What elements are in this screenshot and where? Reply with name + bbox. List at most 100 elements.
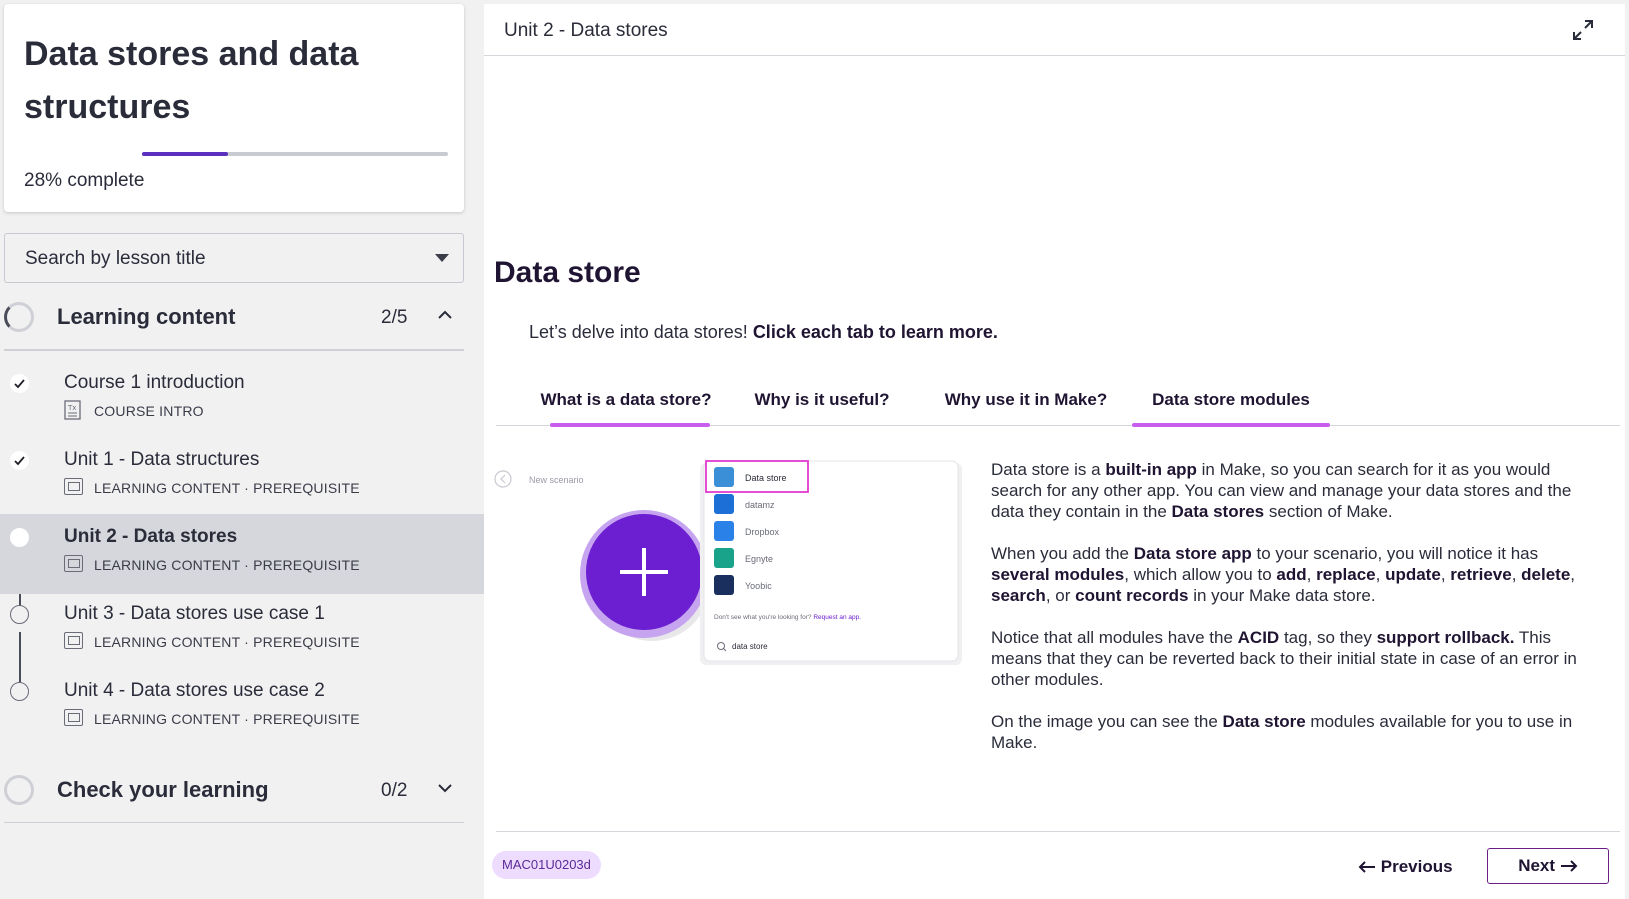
tab-label: Data store modules <box>1152 390 1310 409</box>
sidebar: Data stores and data structures 28% comp… <box>0 0 484 899</box>
document-icon: Tx <box>64 400 81 420</box>
description-text: , or <box>1045 586 1076 605</box>
next-label: Next <box>1518 856 1556 875</box>
completed-check-icon <box>10 451 29 470</box>
description-text: , <box>1440 565 1451 584</box>
intro-text: Let’s delve into data stores! Click each… <box>529 322 998 343</box>
app-item: Dropbox <box>745 527 780 537</box>
arrow-left-icon <box>1358 861 1375 873</box>
tab-what-is-a-data-store[interactable]: What is a data store? <box>534 390 718 427</box>
progress-suffix: complete <box>67 170 145 191</box>
section-title: Learning content <box>57 304 236 329</box>
description-text: to your scenario, you will notice it has <box>1251 544 1539 563</box>
content-heading: Data store <box>494 256 641 289</box>
footer-divider <box>496 831 1620 832</box>
next-button[interactable]: Next <box>1487 848 1609 884</box>
app-item: Egnyte <box>745 554 773 564</box>
description-text: , <box>1570 565 1576 584</box>
description-emphasis: support rollback. <box>1376 628 1515 647</box>
data-store-illustration: New scenario Data store datamz Dropbox E… <box>494 459 974 689</box>
description-paragraph: Data store is a built-in app in Make, so… <box>991 459 1591 522</box>
description-emphasis: count records <box>1075 586 1189 605</box>
description-emphasis: retrieve <box>1450 565 1512 584</box>
lesson-item-unit-4[interactable]: Unit 4 - Data stores use case 2 LEARNING… <box>0 668 484 748</box>
slides-icon <box>64 632 83 649</box>
previous-label: Previous <box>1380 857 1453 876</box>
progress-text: 28% complete <box>24 170 144 192</box>
description-text: Data store is a <box>991 460 1106 479</box>
tab-label: Why is it useful? <box>754 390 890 409</box>
app-item: Yoobic <box>745 581 772 591</box>
slides-icon <box>64 478 83 495</box>
description-text: When you add the <box>991 544 1134 563</box>
description-emphasis: Data store <box>1222 712 1306 731</box>
current-lesson-dot-icon <box>10 528 29 547</box>
slides-icon <box>64 709 83 726</box>
caret-down-icon <box>435 254 449 262</box>
lesson-meta: LEARNING CONTENT · PREREQUISITE <box>94 557 360 573</box>
tab-label: What is a data store? <box>540 390 712 409</box>
description-paragraph: On the image you can see the Data store … <box>991 711 1591 753</box>
lesson-title: Unit 1 - Data structures <box>64 449 260 470</box>
app-item: datamz <box>745 500 775 510</box>
intro-plain: Let’s delve into data stores! <box>529 322 753 342</box>
tab-data-store-modules[interactable]: Data store modules <box>1132 390 1330 427</box>
tab-label: Why use it in Make? <box>944 390 1108 409</box>
section-divider <box>4 349 464 351</box>
lesson-meta: LEARNING CONTENT · PREREQUISITE <box>94 634 360 650</box>
chevron-up-icon[interactable] <box>438 308 452 322</box>
expand-icon[interactable] <box>1571 18 1595 42</box>
description-text: , which allow you to <box>1124 565 1277 584</box>
description-text: On the image you can see the <box>991 712 1223 731</box>
section-header-learning-content[interactable]: Learning content 2/5 <box>0 292 464 344</box>
section-header-check-your-learning[interactable]: Check your learning 0/2 <box>0 765 464 817</box>
incomplete-circle-icon <box>10 682 29 701</box>
description-text: , <box>1375 565 1386 584</box>
section-count: 2/5 <box>381 307 408 328</box>
description-emphasis: built-in app <box>1105 460 1197 479</box>
app-item: Data store <box>745 473 787 483</box>
lesson-title: Unit 4 - Data stores use case 2 <box>64 680 325 701</box>
lesson-title: Unit 2 - Data stores <box>64 526 238 547</box>
description-text: in your Make data store. <box>1188 586 1376 605</box>
tab-underline-active <box>1132 423 1330 427</box>
slides-icon <box>64 555 83 572</box>
course-card: Data stores and data structures 28% comp… <box>4 4 464 212</box>
tab-bar: What is a data store? Why is it useful? … <box>496 390 1620 427</box>
description-text: , <box>1306 565 1317 584</box>
description-paragraph: When you add the Data store app to your … <box>991 543 1591 606</box>
section-count: 0/2 <box>381 780 408 801</box>
lesson-search-placeholder: Search by lesson title <box>25 248 206 269</box>
tab-underline <box>550 423 710 427</box>
lesson-header-title: Unit 2 - Data stores <box>504 20 668 41</box>
progress-fill <box>142 152 228 156</box>
svg-text:Tx: Tx <box>67 404 76 412</box>
description-emphasis: delete <box>1521 565 1571 584</box>
tab-why-is-it-useful[interactable]: Why is it useful? <box>748 390 896 426</box>
description-text: , <box>1511 565 1522 584</box>
lesson-item-course-intro[interactable]: Course 1 introduction Tx COURSE INTRO <box>0 360 484 440</box>
lesson-code-badge: MAC01U0203d <box>492 851 601 879</box>
lesson-item-unit-2[interactable]: Unit 2 - Data stores LEARNING CONTENT · … <box>0 514 484 594</box>
back-arrow-icon <box>494 470 512 488</box>
previous-button[interactable]: Previous <box>1358 850 1453 884</box>
intro-bold: Click each tab to learn more. <box>752 322 998 342</box>
lesson-header: Unit 2 - Data stores <box>484 4 1625 56</box>
lesson-title: Course 1 introduction <box>64 372 245 393</box>
tab-why-use-it-in-make[interactable]: Why use it in Make? <box>936 390 1116 426</box>
lesson-item-unit-1[interactable]: Unit 1 - Data structures LEARNING CONTEN… <box>0 437 484 517</box>
progress-bar <box>142 152 448 156</box>
chevron-down-icon[interactable] <box>438 781 452 795</box>
description-emphasis: ACID <box>1237 628 1280 647</box>
lesson-title: Unit 3 - Data stores use case 1 <box>64 603 325 624</box>
lesson-meta: LEARNING CONTENT · PREREQUISITE <box>94 711 360 727</box>
description-emphasis: search <box>991 586 1046 605</box>
lesson-search-dropdown[interactable]: Search by lesson title <box>4 233 464 283</box>
description-emphasis: replace <box>1316 565 1376 584</box>
lesson-meta: COURSE INTRO <box>94 403 204 419</box>
lesson-item-unit-3[interactable]: Unit 3 - Data stores use case 1 LEARNING… <box>0 591 484 671</box>
description-text: section of Make. <box>1264 502 1393 521</box>
content-description: Data store is a built-in app in Make, so… <box>991 459 1591 774</box>
description-paragraph: Notice that all modules have the ACID ta… <box>991 627 1591 690</box>
progress-percent: 28% <box>24 170 63 191</box>
